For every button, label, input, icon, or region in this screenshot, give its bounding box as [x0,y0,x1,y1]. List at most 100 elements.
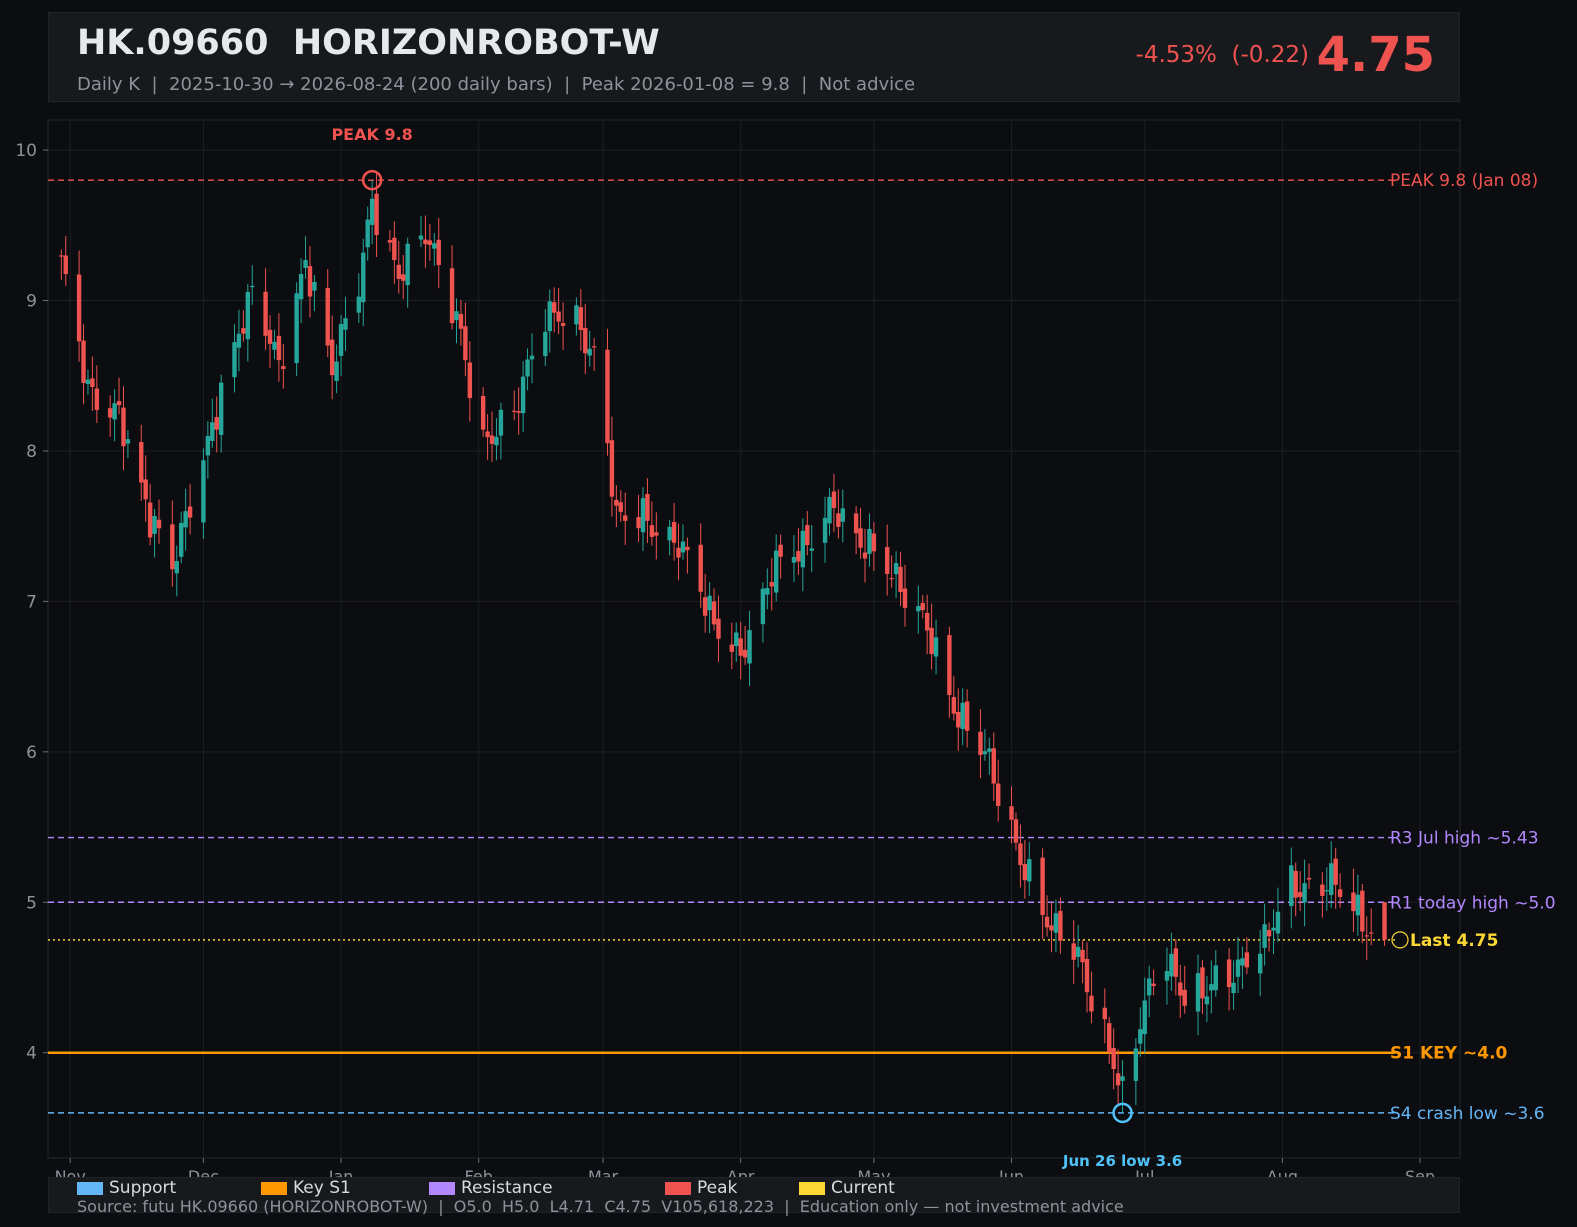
candle-body [387,240,393,243]
candle-body [250,285,255,288]
candle-body [858,528,863,548]
candle-body [769,582,774,587]
candle-body [467,362,473,399]
y-tick-label: 10 [15,141,37,161]
candle-body [294,293,299,364]
candle-body [640,498,646,533]
candle-body [867,529,872,554]
candle-body [245,291,251,340]
candle-body [85,379,91,385]
candle-body [1071,943,1076,960]
candle-body [614,499,619,506]
candle-body [512,410,517,412]
candle-body [840,508,846,522]
y-tick-label: 4 [26,1044,37,1064]
candle-body [609,440,615,497]
candle-body [334,361,339,381]
candle-body [81,340,86,384]
candle-body [143,479,148,500]
candle-body [836,513,841,527]
candle-body [76,274,82,342]
candle-body [1289,865,1294,907]
peak-label: PEAK 9.8 [331,125,412,144]
candle-body [1111,1048,1116,1069]
candle-body [1120,1076,1125,1081]
candle-body [560,322,566,326]
candle-body [853,513,859,534]
candle-body [432,243,437,249]
candle-body [205,435,211,456]
candle-body [1351,892,1356,912]
candle-body [498,409,504,436]
candle-body [831,491,837,509]
candle-body [827,496,832,524]
candle-body [94,388,100,410]
legend-current-label: Current [831,1178,895,1198]
candle-body [583,327,588,354]
candle-body [436,239,441,266]
y-tick-label: 8 [26,442,37,462]
candle-body [1355,894,1361,916]
candle-body [272,341,277,350]
candle-body [298,273,304,300]
candle-body [1009,806,1014,820]
candle-body [107,408,113,418]
candle-body [1133,1048,1139,1081]
candle-body [1053,913,1059,933]
candle-body [1297,892,1303,898]
level-label-s1: S1 KEY ~4.0 [1390,1044,1508,1064]
candle-body [738,638,743,656]
candle-body [374,193,379,236]
candle-body [1089,995,1094,1012]
candle-body [1364,935,1369,937]
candle-body [121,407,126,447]
candle-body [671,522,677,543]
legend-support: Support [77,1178,176,1198]
candle-body [1213,965,1218,991]
legend-bar: Support Key S1 Resistance Peak Current S… [48,1177,1460,1216]
candle-body [1151,983,1156,987]
level-label-r3: R3 Jul high ~5.43 [1390,829,1539,849]
candle-body [174,561,179,574]
candle-body [361,252,366,303]
candle-body [1173,948,1179,977]
candlestick-chart: 45678910NovDecJanFebMarAprMayJunJulAugSe… [15,119,1556,1186]
candle-body [458,314,464,329]
candle-body [1235,959,1241,977]
candle-body [392,237,397,261]
candle-body [427,240,433,246]
candle-body [774,550,779,593]
candle-body [1022,864,1028,881]
candle-body [179,522,184,557]
candle-body [933,637,939,657]
candle-body [960,702,965,729]
candle-body [676,547,681,558]
candle-body [152,516,157,534]
candle-body [1013,819,1019,843]
candle-body [1040,857,1045,916]
candle-body [325,287,330,346]
candle-body [871,533,877,552]
candle-body [1107,1023,1112,1053]
candle-body [267,329,273,344]
candle-body [485,431,490,438]
candle-body [667,526,672,541]
candle-body [1226,959,1232,988]
candle-body [1329,863,1334,896]
candle-body [623,515,628,521]
low-label: Jun 26 low 3.6 [1062,1152,1182,1170]
candle-body [369,198,375,225]
candle-body [263,291,268,336]
candle-body [303,260,308,268]
candle-body [529,355,535,360]
source-note: Source: futu HK.09660 (HORIZONROBOT-W) |… [77,1197,1124,1216]
level-label-last: Last 4.75 [1410,931,1498,951]
candle-body [449,268,455,324]
candle-body [1075,946,1081,957]
candle-body [702,597,708,616]
candle-body [889,578,894,580]
candle-body [916,606,921,612]
candle-body [654,532,659,536]
candle-body [423,239,428,245]
legend-support-label: Support [109,1178,177,1198]
